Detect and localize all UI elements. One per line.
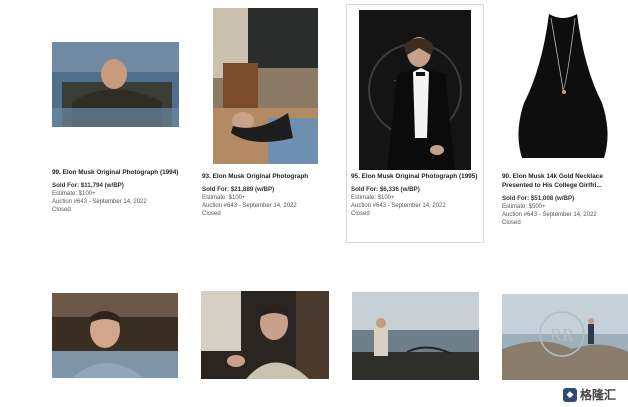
lot-99-auction: Auction #643 - September 14, 2022 (52, 199, 147, 205)
lot-93-title[interactable]: 93. Elon Musk Original Photograph (202, 172, 333, 181)
lot-90-estimate: Estimate: $500+ (502, 204, 546, 210)
lot-95-status: Closed (351, 211, 370, 217)
lot-card-90[interactable]: 90. Elon Musk 14k Gold Necklace Presente… (492, 0, 628, 240)
lot-93-status: Closed (202, 211, 221, 217)
lot-95-sold: Sold For: $6,336 (w/BP) (351, 186, 420, 193)
lot-95-photo[interactable]: RR (359, 10, 471, 170)
lot-95-auction: Auction #643 - September 14, 2022 (351, 203, 446, 209)
lot-90-auction: Auction #643 - September 14, 2022 (502, 212, 597, 218)
lot-99-sold: Sold For: $11,794 (w/BP) (52, 182, 124, 189)
lot-row2-photo-2[interactable] (201, 291, 329, 379)
lot-card-93[interactable]: 93. Elon Musk Original Photograph Sold F… (200, 0, 335, 240)
lot-90-sold: Sold For: $51,008 (w/BP) (502, 195, 575, 202)
gehui-logo-text: 格隆汇 (579, 388, 616, 402)
lot-90-title[interactable]: 90. Elon Musk 14k Gold Necklace Presente… (502, 172, 622, 190)
lot-95-title[interactable]: 95. Elon Musk Original Photograph (1995) (351, 172, 481, 181)
rr-watermark-text-2: RR (550, 325, 574, 345)
lot-90-status: Closed (502, 220, 521, 226)
lot-99-status: Closed (52, 207, 71, 213)
lot-row2-photo-1[interactable] (52, 293, 178, 378)
lot-row2-photo-4[interactable]: RR (502, 294, 628, 380)
lot-99-estimate: Estimate: $100+ (52, 191, 96, 197)
lot-99-photo[interactable] (52, 42, 179, 127)
lot-90-photo[interactable] (504, 8, 622, 164)
gehui-logo-icon: ◆ (562, 387, 577, 402)
lot-row2-photo-3[interactable] (352, 292, 479, 380)
lot-93-sold: Sold For: $21,889 (w/BP) (202, 186, 275, 193)
lot-99-title[interactable]: 99. Elon Musk Original Photograph (1994) (52, 168, 180, 177)
lot-93-photo[interactable] (213, 8, 318, 164)
lot-93-auction: Auction #643 - September 14, 2022 (202, 203, 297, 209)
lot-card-95[interactable]: RR 95. Elon Musk Original Photograph (19… (346, 4, 484, 243)
gehui-watermark: ◆ 格隆汇 (562, 386, 616, 403)
lot-95-estimate: Estimate: $100+ (351, 195, 395, 201)
lot-93-estimate: Estimate: $100+ (202, 195, 246, 201)
lot-card-99[interactable]: 99. Elon Musk Original Photograph (1994)… (40, 0, 190, 240)
